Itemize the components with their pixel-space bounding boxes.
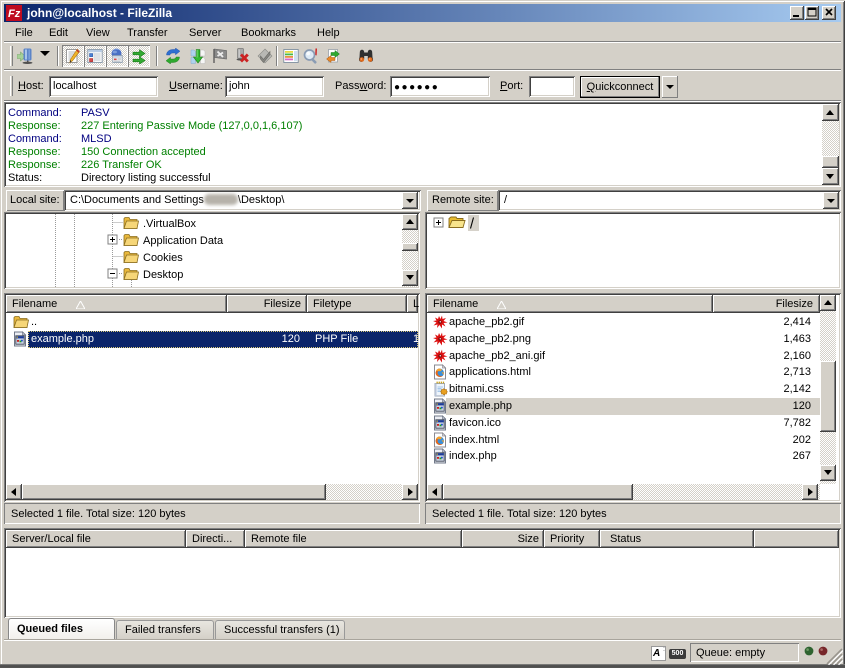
svg-text:Cookies: Cookies	[143, 252, 183, 264]
svg-text:Desktop: Desktop	[143, 269, 183, 281]
svg-text:Fz: Fz	[8, 8, 21, 20]
svg-text:.VirtualBox: .VirtualBox	[143, 218, 196, 230]
svg-text:Application Data: Application Data	[143, 235, 224, 247]
